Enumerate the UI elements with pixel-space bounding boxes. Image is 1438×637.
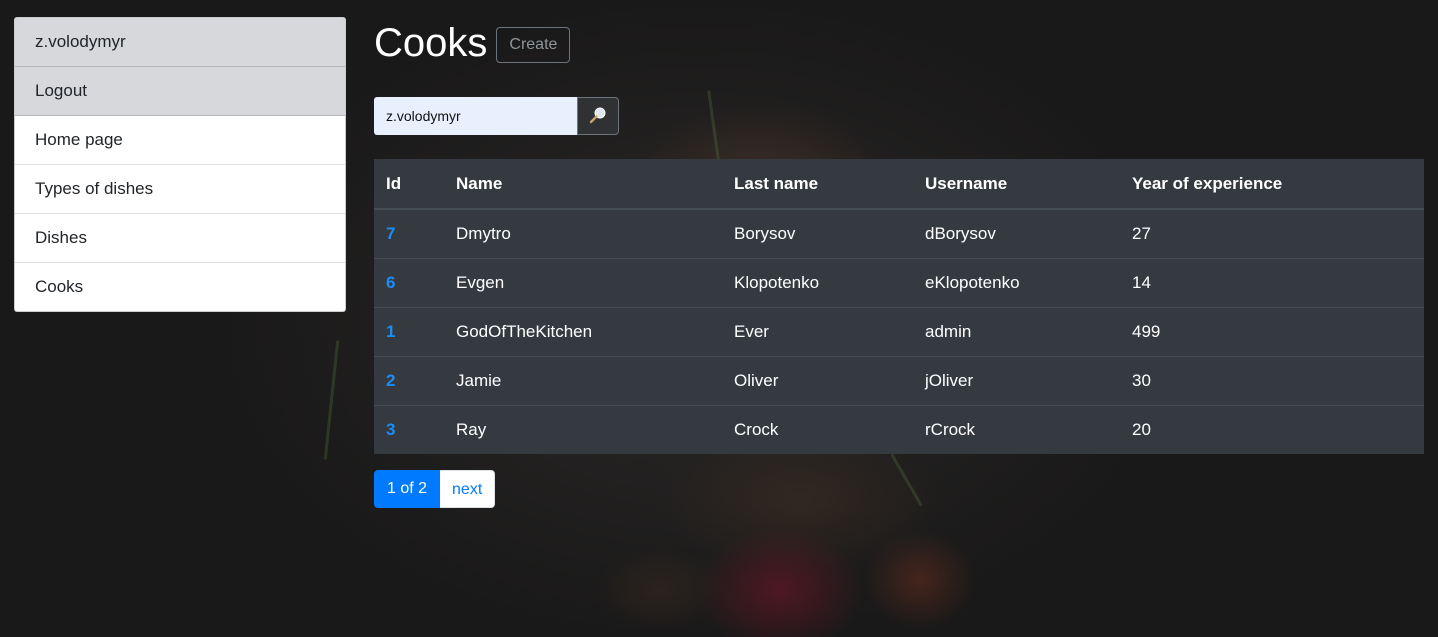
- pagination-current-page: 1 of 2: [374, 470, 441, 508]
- cook-id-link[interactable]: 1: [386, 322, 395, 341]
- table-row: 7 Dmytro Borysov dBorysov 27: [374, 208, 1424, 259]
- search-form: [374, 97, 1424, 135]
- column-header-last-name: Last name: [722, 159, 913, 210]
- cell-username: admin: [913, 307, 1120, 357]
- cell-experience: 499: [1120, 307, 1424, 357]
- cooks-table: Id Name Last name Username Year of exper…: [374, 159, 1424, 454]
- sidebar-item-logout[interactable]: Logout: [15, 67, 345, 116]
- pagination-next-link[interactable]: next: [440, 470, 496, 508]
- cell-experience: 20: [1120, 405, 1424, 454]
- title-row: Cooks Create: [374, 17, 1424, 69]
- cook-id-link[interactable]: 6: [386, 273, 395, 292]
- sidebar-item-types-of-dishes[interactable]: Types of dishes: [15, 165, 345, 214]
- cell-last-name: Ever: [722, 307, 913, 357]
- column-header-name: Name: [444, 159, 722, 210]
- cell-last-name: Oliver: [722, 356, 913, 406]
- sidebar-item-username[interactable]: z.volodymyr: [15, 18, 345, 67]
- pagination: 1 of 2 next: [374, 470, 1424, 508]
- cell-name: Dmytro: [444, 208, 722, 259]
- search-button[interactable]: [577, 97, 619, 135]
- cell-username: eKlopotenko: [913, 258, 1120, 308]
- cell-name: GodOfTheKitchen: [444, 307, 722, 357]
- sidebar: z.volodymyr Logout Home page Types of di…: [14, 17, 346, 312]
- column-header-username: Username: [913, 159, 1120, 210]
- cell-id: 1: [374, 307, 444, 357]
- cell-username: dBorysov: [913, 208, 1120, 259]
- cell-experience: 14: [1120, 258, 1424, 308]
- cell-name: Jamie: [444, 356, 722, 406]
- cook-id-link[interactable]: 7: [386, 224, 395, 243]
- table-header-row: Id Name Last name Username Year of exper…: [374, 159, 1424, 210]
- cell-username: jOliver: [913, 356, 1120, 406]
- page-title: Cooks: [374, 21, 488, 65]
- cell-id: 2: [374, 356, 444, 406]
- table-row: 2 Jamie Oliver jOliver 30: [374, 356, 1424, 406]
- cook-id-link[interactable]: 2: [386, 371, 395, 390]
- cell-id: 7: [374, 208, 444, 259]
- cell-experience: 30: [1120, 356, 1424, 406]
- main-content: Cooks Create Id Name Last name Username …: [374, 17, 1424, 508]
- cell-username: rCrock: [913, 405, 1120, 454]
- column-header-id: Id: [374, 159, 444, 210]
- sidebar-item-cooks[interactable]: Cooks: [15, 263, 345, 311]
- create-button[interactable]: Create: [496, 27, 571, 63]
- cook-id-link[interactable]: 3: [386, 420, 395, 439]
- table-row: 3 Ray Crock rCrock 20: [374, 405, 1424, 454]
- sidebar-item-home[interactable]: Home page: [15, 116, 345, 165]
- cell-experience: 27: [1120, 208, 1424, 259]
- magnifier-icon: [588, 105, 608, 128]
- sidebar-item-dishes[interactable]: Dishes: [15, 214, 345, 263]
- table-row: 1 GodOfTheKitchen Ever admin 499: [374, 307, 1424, 357]
- cell-last-name: Borysov: [722, 208, 913, 259]
- cell-id: 3: [374, 405, 444, 454]
- cell-name: Evgen: [444, 258, 722, 308]
- cell-last-name: Crock: [722, 405, 913, 454]
- table-row: 6 Evgen Klopotenko eKlopotenko 14: [374, 258, 1424, 308]
- column-header-experience: Year of experience: [1120, 159, 1424, 210]
- cell-id: 6: [374, 258, 444, 308]
- search-input[interactable]: [374, 97, 577, 135]
- cell-last-name: Klopotenko: [722, 258, 913, 308]
- cell-name: Ray: [444, 405, 722, 454]
